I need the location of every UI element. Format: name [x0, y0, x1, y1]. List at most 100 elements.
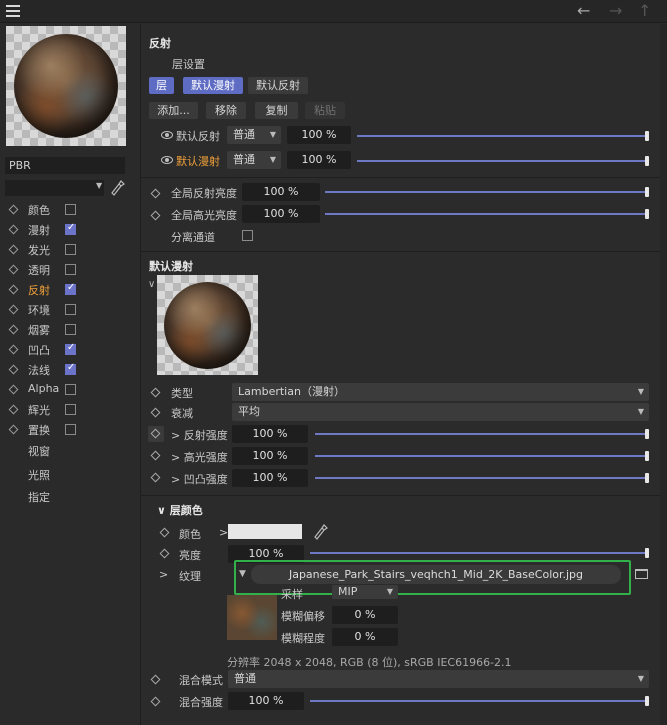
keyframe-diamond-icon[interactable]: [8, 384, 19, 395]
eye-icon[interactable]: [161, 131, 173, 139]
chevron-down-icon[interactable]: ▼: [96, 181, 102, 190]
tab-layer[interactable]: 层: [149, 77, 174, 94]
channel-item[interactable]: 辉光: [0, 399, 134, 419]
channel-label[interactable]: 环境: [28, 302, 50, 318]
chevron-right-icon[interactable]: >: [219, 526, 228, 539]
channel-item[interactable]: 环境: [0, 299, 134, 319]
layer-name[interactable]: 默认反射: [176, 128, 220, 144]
global-reflection-slider[interactable]: [325, 187, 649, 197]
attenuation-select[interactable]: 平均 ▼: [232, 403, 649, 421]
keyframe-diamond-icon[interactable]: [8, 304, 19, 315]
arrow-left-icon[interactable]: ←: [577, 2, 590, 20]
material-dropdown[interactable]: [5, 180, 104, 196]
keyframe-diamond-icon[interactable]: [8, 364, 19, 375]
bump-strength-slider[interactable]: [315, 473, 649, 483]
channel-label[interactable]: Alpha: [28, 382, 59, 395]
tab-default-diffuse[interactable]: 默认漫射: [183, 77, 243, 94]
layer-color-group[interactable]: ∨ 层颜色: [157, 502, 203, 518]
chevron-right-icon[interactable]: >: [159, 568, 168, 581]
keyframe-diamond-icon[interactable]: [8, 324, 19, 335]
blend-mode-select[interactable]: 普通 ▼: [228, 670, 649, 688]
keyframe-diamond-icon[interactable]: [8, 284, 19, 295]
channel-checkbox[interactable]: [65, 404, 76, 415]
hamburger-icon[interactable]: [6, 5, 20, 17]
reflection-strength-slider[interactable]: [315, 429, 649, 439]
sidebar-item-label[interactable]: 指定: [28, 489, 50, 505]
channel-checkbox[interactable]: [65, 282, 76, 295]
channel-item[interactable]: 烟雾: [0, 319, 134, 339]
global-specular-field[interactable]: 100 %: [242, 205, 320, 223]
keyframe-diamond-icon[interactable]: [150, 674, 161, 685]
arrow-right-icon[interactable]: →: [609, 2, 622, 20]
chevron-down-icon[interactable]: ∨: [148, 279, 155, 290]
channel-label[interactable]: 凹凸: [28, 342, 50, 358]
add-layer-button[interactable]: 添加...: [149, 102, 198, 119]
copy-layer-button[interactable]: 复制: [255, 102, 298, 119]
tab-default-reflection[interactable]: 默认反射: [248, 77, 308, 94]
eye-icon[interactable]: [161, 156, 173, 164]
keyframe-diamond-icon[interactable]: [150, 210, 161, 221]
keyframe-diamond-icon[interactable]: [159, 548, 170, 559]
layer-opacity-slider[interactable]: [357, 156, 649, 166]
keyframe-diamond-icon[interactable]: [150, 450, 161, 461]
blur-scale-field[interactable]: 0 %: [332, 628, 398, 646]
keyframe-diamond-icon[interactable]: [159, 527, 170, 538]
sidebar-item-label[interactable]: 光照: [28, 467, 50, 483]
channel-checkbox[interactable]: [65, 204, 76, 215]
specular-strength-slider[interactable]: [315, 451, 649, 461]
layer-opacity-slider[interactable]: [357, 131, 649, 141]
channel-checkbox[interactable]: [65, 384, 76, 395]
channel-checkbox[interactable]: [65, 304, 76, 315]
channel-checkbox[interactable]: [65, 264, 76, 275]
channel-label[interactable]: 透明: [28, 262, 50, 278]
channel-checkbox[interactable]: [65, 342, 76, 355]
blur-offset-field[interactable]: 0 %: [332, 606, 398, 624]
folder-icon[interactable]: [635, 569, 648, 579]
channel-checkbox[interactable]: [65, 244, 76, 255]
sidebar-item-viewport[interactable]: 视窗: [0, 439, 134, 461]
keyframe-diamond-icon[interactable]: [150, 696, 161, 707]
brightness-slider[interactable]: [310, 548, 649, 558]
channel-label[interactable]: 漫射: [28, 222, 50, 238]
sidebar-item-assign[interactable]: 指定: [0, 485, 134, 507]
keyframe-diamond-icon[interactable]: [8, 204, 19, 215]
channel-checkbox[interactable]: [65, 424, 76, 435]
channel-label[interactable]: 烟雾: [28, 322, 50, 338]
layer-opacity-field[interactable]: 100 %: [287, 151, 351, 169]
keyframe-diamond-icon[interactable]: [150, 472, 161, 483]
keyframe-diamond-icon[interactable]: [8, 344, 19, 355]
keyframe-diamond-icon[interactable]: [150, 387, 161, 398]
channel-item[interactable]: 发光: [0, 239, 134, 259]
channel-item[interactable]: Alpha: [0, 379, 134, 399]
remove-layer-button[interactable]: 移除: [206, 102, 246, 119]
channel-item[interactable]: 透明: [0, 259, 134, 279]
blend-strength-field[interactable]: 100 %: [228, 692, 304, 710]
channel-item[interactable]: 反射: [0, 279, 134, 299]
channel-label[interactable]: 法线: [28, 362, 50, 378]
channel-item[interactable]: 置换: [0, 419, 134, 439]
paste-layer-button[interactable]: 粘贴: [305, 102, 345, 119]
keyframe-diamond-icon[interactable]: [8, 224, 19, 235]
global-reflection-field[interactable]: 100 %: [242, 183, 320, 201]
blend-strength-slider[interactable]: [310, 696, 649, 706]
keyframe-diamond-icon[interactable]: [150, 188, 161, 199]
layer-opacity-field[interactable]: 100 %: [287, 126, 351, 144]
keyframe-diamond-icon[interactable]: [8, 264, 19, 275]
channel-label[interactable]: 辉光: [28, 402, 50, 418]
layer-name[interactable]: 默认漫射: [176, 153, 220, 169]
channel-checkbox[interactable]: [65, 362, 76, 375]
channel-item[interactable]: 颜色: [0, 199, 134, 219]
layer-mode-select[interactable]: 普通 ▼: [227, 151, 281, 169]
channel-item[interactable]: 漫射: [0, 219, 134, 239]
keyframe-diamond-icon[interactable]: [8, 244, 19, 255]
sidebar-item-illumination[interactable]: 光照: [0, 463, 134, 485]
keyframe-diamond-icon[interactable]: [150, 407, 161, 418]
layer-mode-select[interactable]: 普通 ▼: [227, 126, 281, 144]
keyframe-diamond-icon[interactable]: [8, 424, 19, 435]
channel-item[interactable]: 法线: [0, 359, 134, 379]
sampling-select[interactable]: MIP ▼: [332, 585, 398, 599]
scrollbar[interactable]: [660, 24, 667, 725]
reflection-strength-field[interactable]: 100 %: [232, 425, 308, 443]
eyedropper-icon[interactable]: [109, 178, 125, 196]
channel-label[interactable]: 反射: [28, 282, 50, 298]
